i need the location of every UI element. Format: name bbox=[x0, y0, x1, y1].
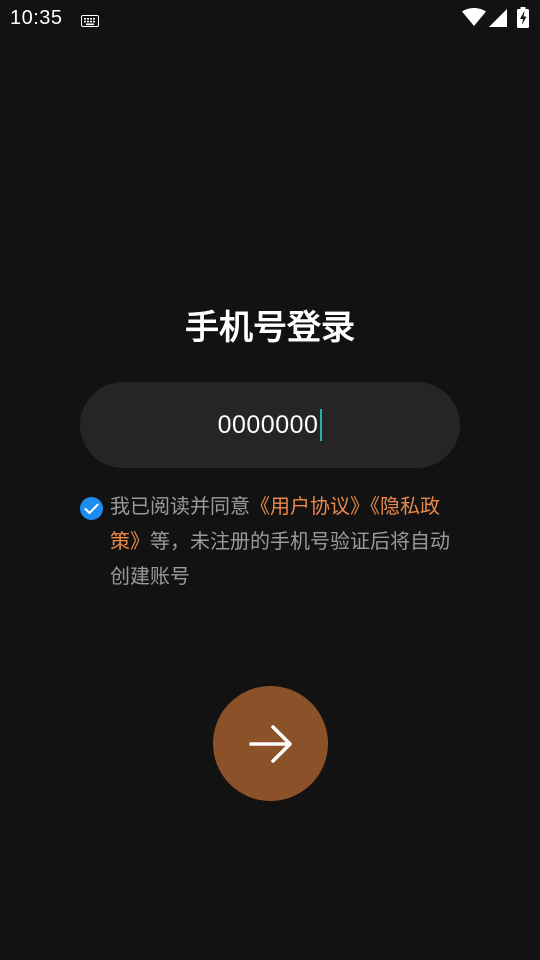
agreement-text: 我已阅读并同意《用户协议》《隐私政策》等，未注册的手机号验证后将自动创建账号 bbox=[110, 489, 455, 594]
login-screen: 10:35 手机号登录 0000000 我已阅读并同意《用户协议》《隐私政策》等… bbox=[0, 0, 540, 960]
agreement-checkbox[interactable] bbox=[80, 497, 103, 520]
status-time: 10:35 bbox=[10, 7, 63, 29]
keyboard-icon bbox=[81, 12, 99, 31]
text-cursor bbox=[320, 409, 323, 441]
checkmark-icon bbox=[84, 503, 99, 514]
agreement-prefix: 我已阅读并同意 bbox=[110, 494, 250, 518]
arrow-right-icon bbox=[248, 724, 292, 763]
phone-input[interactable]: 0000000 bbox=[80, 382, 460, 468]
phone-input-value: 0000000 bbox=[217, 410, 319, 439]
agreement-suffix: 等，未注册的手机号验证后将自动创建账号 bbox=[110, 529, 450, 588]
wifi-icon bbox=[462, 7, 486, 30]
user-agreement-link[interactable]: 《用户协议》 bbox=[250, 494, 370, 518]
signal-icon bbox=[489, 9, 507, 31]
battery-charging-icon bbox=[517, 7, 529, 32]
page-title: 手机号登录 bbox=[185, 308, 355, 348]
submit-button[interactable] bbox=[213, 686, 328, 801]
status-bar: 10:35 bbox=[0, 0, 540, 36]
